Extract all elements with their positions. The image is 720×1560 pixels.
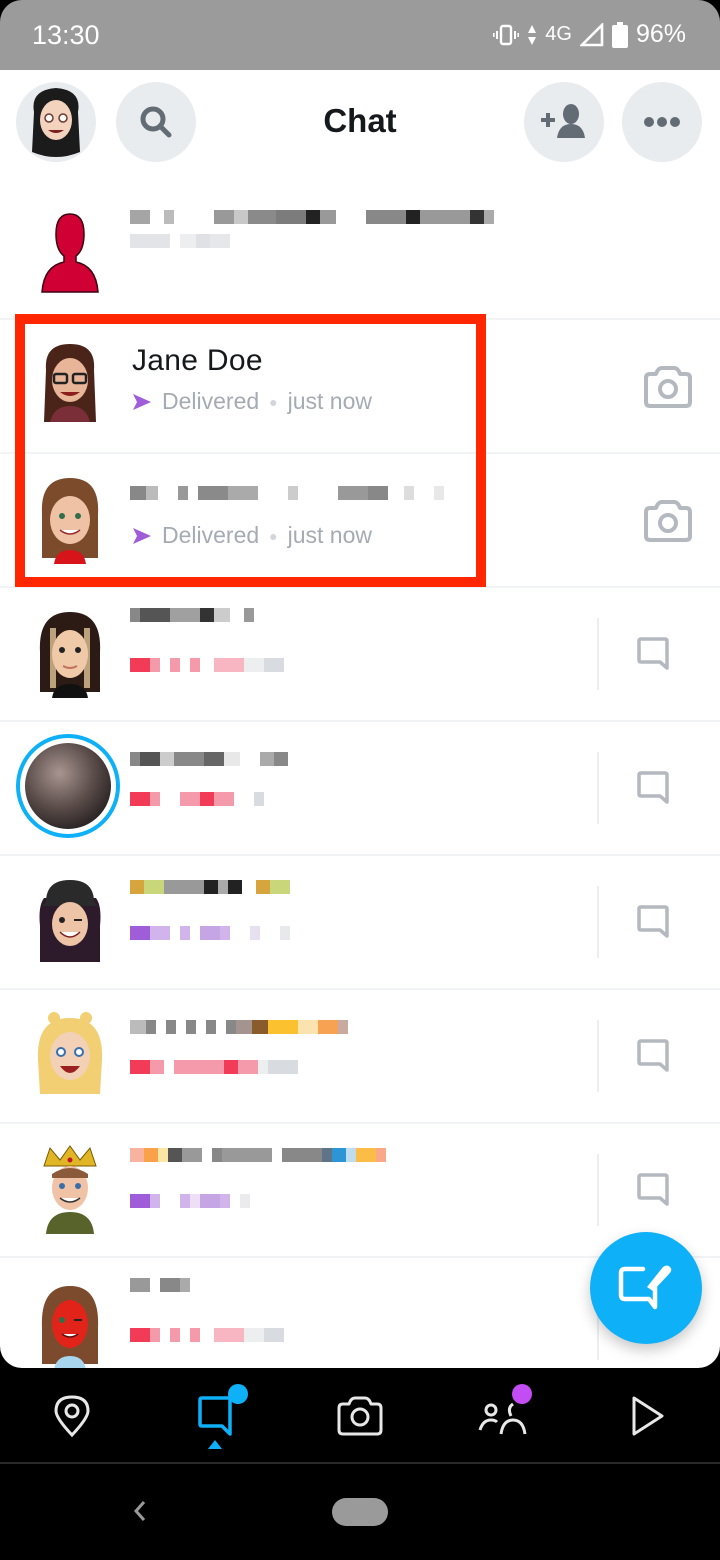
system-navigation — [0, 1464, 720, 1560]
header: Chat — [0, 70, 720, 186]
redacted-message — [130, 1328, 284, 1346]
delivered-arrow-icon — [133, 527, 151, 544]
stories-notification-badge — [512, 1384, 532, 1404]
redacted-name — [130, 486, 444, 504]
redacted-message — [130, 1060, 298, 1078]
status-text: Delivered — [162, 388, 260, 414]
bitmoji-avatar — [39, 612, 101, 698]
battery-icon — [611, 21, 628, 48]
nav-chat[interactable] — [186, 1384, 248, 1446]
story-photo-avatar — [25, 743, 111, 829]
add-friend-icon — [541, 104, 585, 138]
page-title: Chat — [323, 102, 397, 139]
contact-name: Jane Doe — [132, 344, 263, 377]
nav-camera[interactable] — [330, 1386, 390, 1446]
chat-row[interactable] — [0, 186, 720, 320]
new-chat-icon — [618, 1265, 672, 1310]
separator-dot: ● — [269, 527, 278, 544]
redacted-name — [130, 752, 288, 770]
active-tab-indicator — [208, 1440, 222, 1449]
chat-row[interactable] — [0, 990, 720, 1124]
status-text: Delivered — [162, 522, 260, 548]
chat-screen: Chat Jane Doe Delivered ● just now Deliv… — [0, 70, 720, 1368]
nav-stories[interactable] — [474, 1384, 534, 1446]
divider — [597, 1154, 599, 1226]
chat-reply-icon[interactable] — [636, 904, 670, 940]
divider — [597, 1020, 599, 1092]
bottom-navigation — [0, 1368, 720, 1462]
bitmoji-avatar — [41, 478, 99, 564]
bitmoji-avatar — [41, 1286, 99, 1368]
separator-dot: ● — [269, 393, 278, 410]
status-time: just now — [287, 388, 372, 414]
play-icon — [632, 1396, 664, 1436]
chat-row[interactable] — [0, 856, 720, 990]
vibrate-icon — [493, 24, 520, 46]
chat-row-jane-doe[interactable]: Jane Doe Delivered ● just now — [0, 320, 720, 454]
data-arrows-icon — [527, 23, 537, 47]
status-time: just now — [287, 522, 372, 548]
redacted-name — [130, 1278, 190, 1296]
redacted-message — [130, 792, 264, 810]
redacted-name — [130, 608, 254, 626]
redacted-status — [130, 234, 230, 252]
redacted-name — [130, 1148, 386, 1166]
camera-reply-icon[interactable] — [640, 364, 696, 410]
redacted-name — [130, 880, 290, 898]
nav-spotlight[interactable] — [618, 1386, 678, 1446]
battery-percent: 96% — [635, 20, 686, 48]
chat-row[interactable]: Delivered ● just now — [0, 454, 720, 588]
camera-icon — [337, 1396, 383, 1436]
add-friend-button[interactable] — [524, 82, 604, 162]
redacted-message — [130, 926, 290, 944]
status-icons: 4G 96% — [493, 20, 686, 49]
network-type: 4G — [545, 23, 572, 45]
divider — [597, 886, 599, 958]
bitmoji-avatar — [43, 1145, 97, 1234]
divider — [597, 752, 599, 824]
redacted-message — [130, 658, 284, 676]
story-ring[interactable] — [16, 734, 120, 838]
chat-row[interactable] — [0, 588, 720, 722]
bitmoji-avatar — [37, 1012, 103, 1094]
camera-reply-icon[interactable] — [640, 498, 696, 544]
redacted-name — [130, 210, 494, 228]
chat-row[interactable] — [0, 722, 720, 856]
divider — [597, 618, 599, 690]
back-icon[interactable] — [128, 1496, 152, 1526]
delivered-arrow-icon — [133, 393, 151, 410]
more-button[interactable] — [622, 82, 702, 162]
status-time: 13:30 — [32, 20, 100, 50]
redacted-name — [130, 1020, 348, 1038]
new-chat-button[interactable] — [590, 1232, 702, 1344]
map-pin-icon — [54, 1395, 90, 1438]
bitmoji-avatar — [39, 880, 101, 962]
home-button[interactable] — [332, 1498, 388, 1526]
chat-reply-icon[interactable] — [636, 1038, 670, 1074]
nav-map[interactable] — [42, 1386, 102, 1446]
redacted-message — [130, 1194, 250, 1212]
bitmoji-avatar — [44, 344, 96, 422]
chat-reply-icon[interactable] — [636, 770, 670, 806]
signal-icon — [579, 22, 604, 47]
default-avatar-icon — [41, 213, 99, 293]
chat-reply-icon[interactable] — [636, 1172, 670, 1208]
chat-reply-icon[interactable] — [636, 636, 670, 672]
chat-row[interactable] — [0, 1124, 720, 1258]
chat-notification-badge — [228, 1384, 248, 1404]
chat-status: Delivered ● just now — [132, 522, 372, 549]
chat-status: Delivered ● just now — [132, 388, 372, 415]
more-icon — [644, 117, 680, 127]
